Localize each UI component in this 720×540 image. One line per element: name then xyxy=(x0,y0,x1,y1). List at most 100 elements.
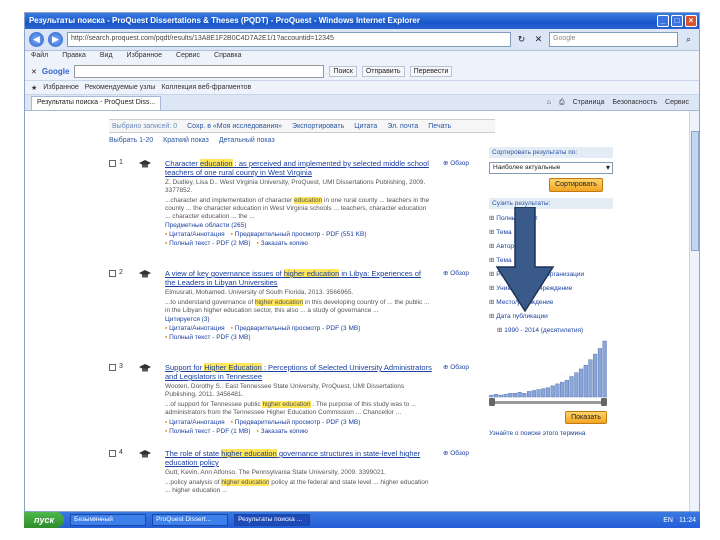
facet-item[interactable]: Дата публикации xyxy=(489,313,613,321)
histogram-bar xyxy=(489,394,494,398)
close-icon[interactable]: ✕ xyxy=(31,68,37,76)
search-tip-link[interactable]: Узнайте о поиске этого термина xyxy=(489,430,613,437)
result-meta: Elmusrati, Mohamed. University of South … xyxy=(165,289,354,296)
histogram-svg xyxy=(489,340,607,398)
result-meta: Wooten, Dorothy S.. East Tennessee State… xyxy=(165,383,405,398)
menu-file[interactable]: Файл xyxy=(31,52,48,62)
email-button[interactable]: Эл. почта xyxy=(387,123,418,130)
result-abstract: ...character and implementation of chara… xyxy=(165,197,433,221)
result-link[interactable]: Цитата/Аннотация xyxy=(165,325,225,332)
stop-icon[interactable]: ✕ xyxy=(532,33,545,46)
result-abstract: ...policy analysis of higher education p… xyxy=(165,479,433,495)
page-menu[interactable]: Страница xyxy=(573,99,605,107)
taskbar-item[interactable]: ProQuest Dissert... xyxy=(152,514,229,526)
star-icon[interactable]: ★ xyxy=(31,84,37,92)
sort-button[interactable]: Сортировать xyxy=(549,178,603,192)
result-link[interactable]: Предварительный просмотр - PDF (551 KB) xyxy=(231,231,367,238)
result-number: 2 xyxy=(119,269,123,276)
histogram-bar xyxy=(574,372,579,398)
refresh-icon[interactable]: ↻ xyxy=(515,33,528,46)
select-range[interactable]: Выбрать 1-20 xyxy=(109,137,153,144)
result-checkbox[interactable] xyxy=(109,270,116,277)
print-button[interactable]: Печать xyxy=(428,123,451,130)
menu-favorites[interactable]: Избранное xyxy=(127,52,162,62)
overview-link[interactable]: ⊕ Обзор xyxy=(443,159,469,167)
result-title[interactable]: Support for Higher Education : Perceptio… xyxy=(165,363,433,381)
abstract-text: ...of support for Tennessee public xyxy=(165,401,261,408)
result-link[interactable]: Полный текст - PDF (1 MB) xyxy=(165,428,250,435)
result-checkbox[interactable] xyxy=(109,450,116,457)
result-link[interactable]: Полный текст - PDF (2 MB) xyxy=(165,240,250,247)
favorites-item[interactable]: Рекомендуемые узлы xyxy=(85,84,156,91)
menu-edit[interactable]: Правка xyxy=(62,52,86,62)
result-link[interactable]: Цитата/Аннотация xyxy=(165,231,225,238)
result-link[interactable]: Предварительный просмотр - PDF (3 MB) xyxy=(231,325,361,332)
favorites-item[interactable]: Коллекция веб-фрагментов xyxy=(161,84,251,91)
histogram-bar xyxy=(597,348,603,398)
show-button[interactable]: Показать xyxy=(565,411,607,424)
home-icon[interactable]: ⌂ xyxy=(547,99,551,107)
histogram-bar xyxy=(517,392,522,398)
tools-menu[interactable]: Сервис xyxy=(665,99,689,107)
system-tray: EN 11:24 xyxy=(663,517,696,524)
safety-menu[interactable]: Безопасность xyxy=(612,99,657,107)
tab-results[interactable]: Результаты поиска - ProQuest Diss... xyxy=(31,96,162,110)
export-button[interactable]: Экспортировать xyxy=(292,123,344,130)
google-search-input[interactable] xyxy=(74,65,325,78)
slider-start-handle[interactable] xyxy=(489,398,495,406)
browser-window: Результаты поиска - ProQuest Dissertatio… xyxy=(24,12,700,512)
result-link[interactable]: Цитата/Аннотация xyxy=(165,419,225,426)
translate-button[interactable]: Перевести xyxy=(409,66,453,77)
save-research-button[interactable]: Сохр. в «Моя исследования» xyxy=(187,123,282,130)
histogram-bar xyxy=(588,359,593,398)
url-input[interactable]: http://search.proquest.com/pqdt/results/… xyxy=(67,32,511,47)
overview-link[interactable]: ⊕ Обзор xyxy=(443,269,469,277)
taskbar-item[interactable]: Безымянный xyxy=(70,514,147,526)
sort-select[interactable]: Наиболее актуальные xyxy=(489,162,613,174)
menu-tools[interactable]: Сервис xyxy=(176,52,200,62)
result-checkbox[interactable] xyxy=(109,160,116,167)
forward-icon[interactable]: ▶ xyxy=(48,32,63,47)
overview-link[interactable]: ⊕ Обзор xyxy=(443,363,469,371)
browser-search-input[interactable]: Google xyxy=(549,32,678,47)
back-icon[interactable]: ◀ xyxy=(29,32,44,47)
subject-link[interactable]: Предметные области (265) xyxy=(165,222,433,229)
print-icon[interactable]: ⎙ xyxy=(559,99,565,107)
subject-link[interactable]: Цитируется (3) xyxy=(165,316,433,323)
result-link[interactable]: Предварительный просмотр - PDF (3 MB) xyxy=(231,419,361,426)
result-checkbox[interactable] xyxy=(109,364,116,371)
date-slider[interactable] xyxy=(489,401,607,404)
overview-link[interactable]: ⊕ Обзор xyxy=(443,449,469,457)
result-title[interactable]: A view of key governance issues of highe… xyxy=(165,269,433,287)
maximize-button[interactable]: □ xyxy=(671,15,683,27)
vertical-scrollbar[interactable] xyxy=(689,111,699,511)
search-icon[interactable]: ⌕ xyxy=(682,33,695,46)
cite-button[interactable]: Цитата xyxy=(354,123,377,130)
result-link[interactable]: Заказать копию xyxy=(257,428,308,435)
favorites-label[interactable]: Избранное xyxy=(43,84,78,91)
detailed-view-link[interactable]: Детальный показ xyxy=(219,137,275,144)
share-button[interactable]: Отправить xyxy=(361,66,405,77)
language-indicator[interactable]: EN xyxy=(663,517,673,524)
minimize-button[interactable]: _ xyxy=(657,15,669,27)
histogram-bar xyxy=(545,387,551,398)
slider-end-handle[interactable] xyxy=(601,398,607,406)
menu-help[interactable]: Справка xyxy=(214,52,241,62)
google-logo: Google xyxy=(41,67,70,76)
google-search-button[interactable]: Поиск xyxy=(329,66,357,77)
taskbar-item-active[interactable]: Результаты поиска ... xyxy=(234,514,311,526)
histogram-bar xyxy=(503,393,508,398)
scroll-thumb[interactable] xyxy=(691,131,699,251)
result-link[interactable]: Полный текст - PDF (3 MB) xyxy=(165,334,250,341)
graduation-cap-icon xyxy=(139,160,151,168)
menu-view[interactable]: Вид xyxy=(100,52,113,62)
histogram-bar xyxy=(583,365,588,398)
brief-view-link[interactable]: Краткий показ xyxy=(163,137,209,144)
close-button[interactable]: × xyxy=(685,15,697,27)
start-button[interactable]: пуск xyxy=(24,512,65,528)
graduation-cap-icon xyxy=(139,450,151,458)
result-title[interactable]: Character education : as perceived and i… xyxy=(165,159,433,177)
result-title[interactable]: The role of state higher education gover… xyxy=(165,449,433,467)
result-links: Цитата/Аннотация Предварительный просмотр… xyxy=(165,231,433,238)
result-link[interactable]: Заказать копию xyxy=(257,240,308,247)
